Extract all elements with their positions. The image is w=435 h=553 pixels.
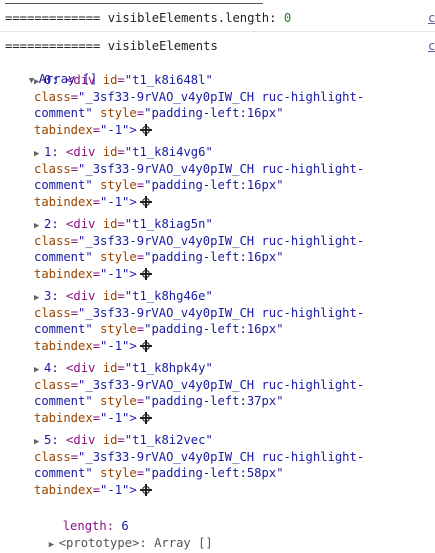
array-item-tabindex: tabindex="-1">: [34, 410, 152, 426]
inspect-node-icon[interactable]: [139, 124, 152, 137]
inspect-node-icon[interactable]: [139, 484, 152, 497]
array-item-style: comment" style="padding-left:16px": [34, 106, 284, 121]
source-link[interactable]: c: [428, 11, 435, 25]
collapse-triangle-icon[interactable]: ▶: [49, 537, 59, 553]
log-text: ============= visibleElements.length:: [5, 11, 284, 25]
array-item-class: class="_3sf33-9rVAO_v4y0pIW_CH ruc-highl…: [34, 233, 365, 248]
array-item-style: comment" style="padding-left:37px": [34, 394, 284, 409]
collapse-triangle-icon[interactable]: ▶: [34, 218, 44, 234]
array-item-class: class="_3sf33-9rVAO_v4y0pIW_CH ruc-highl…: [34, 161, 365, 176]
array-item[interactable]: ▶ 0: <div id="t1_k8i648l": [34, 72, 213, 90]
prototype-row[interactable]: ▶ <prototype>: Array []: [34, 519, 213, 553]
array-item-tabindex: tabindex="-1">: [34, 122, 152, 138]
array-item-class: class="_3sf33-9rVAO_v4y0pIW_CH ruc-highl…: [34, 89, 365, 104]
collapse-triangle-icon[interactable]: ▶: [34, 74, 44, 90]
collapse-triangle-icon[interactable]: ▶: [34, 146, 44, 162]
array-item[interactable]: ▶ 4: <div id="t1_k8hpk4y": [34, 360, 213, 378]
log-number: 0: [283, 11, 292, 25]
log-text: ============= visibleElements: [5, 39, 218, 53]
collapse-triangle-icon[interactable]: ▶: [34, 362, 44, 378]
log-line-length: ============= visibleElements.length: 0 …: [0, 6, 435, 32]
array-item-style: comment" style="padding-left:16px": [34, 250, 284, 265]
array-item-tabindex: tabindex="-1">: [34, 194, 152, 210]
array-item-style: comment" style="padding-left:58px": [34, 466, 284, 481]
inspect-node-icon[interactable]: [139, 268, 152, 281]
collapse-triangle-icon[interactable]: ▶: [34, 290, 44, 306]
array-item[interactable]: ▶ 1: <div id="t1_k8i4vg6": [34, 144, 213, 162]
collapse-triangle-icon[interactable]: ▶: [34, 434, 44, 450]
array-item-style: comment" style="padding-left:16px": [34, 178, 284, 193]
array-item-tabindex: tabindex="-1">: [34, 338, 152, 354]
array-item-class: class="_3sf33-9rVAO_v4y0pIW_CH ruc-highl…: [34, 449, 365, 464]
array-item-tabindex: tabindex="-1">: [34, 266, 152, 282]
top-divider: [5, 3, 263, 4]
inspect-node-icon[interactable]: [139, 340, 152, 353]
inspect-node-icon[interactable]: [139, 412, 152, 425]
array-item-class: class="_3sf33-9rVAO_v4y0pIW_CH ruc-highl…: [34, 305, 365, 320]
array-item-class: class="_3sf33-9rVAO_v4y0pIW_CH ruc-highl…: [34, 377, 365, 392]
array-item[interactable]: ▶ 2: <div id="t1_k8iag5n": [34, 216, 213, 234]
inspect-node-icon[interactable]: [139, 196, 152, 209]
array-item[interactable]: ▶ 3: <div id="t1_k8hg46e": [34, 288, 213, 306]
array-item-tabindex: tabindex="-1">: [34, 482, 152, 498]
source-link[interactable]: c: [428, 39, 435, 53]
array-item[interactable]: ▶ 5: <div id="t1_k8i2vec": [34, 432, 213, 450]
array-item-style: comment" style="padding-left:16px": [34, 322, 284, 337]
